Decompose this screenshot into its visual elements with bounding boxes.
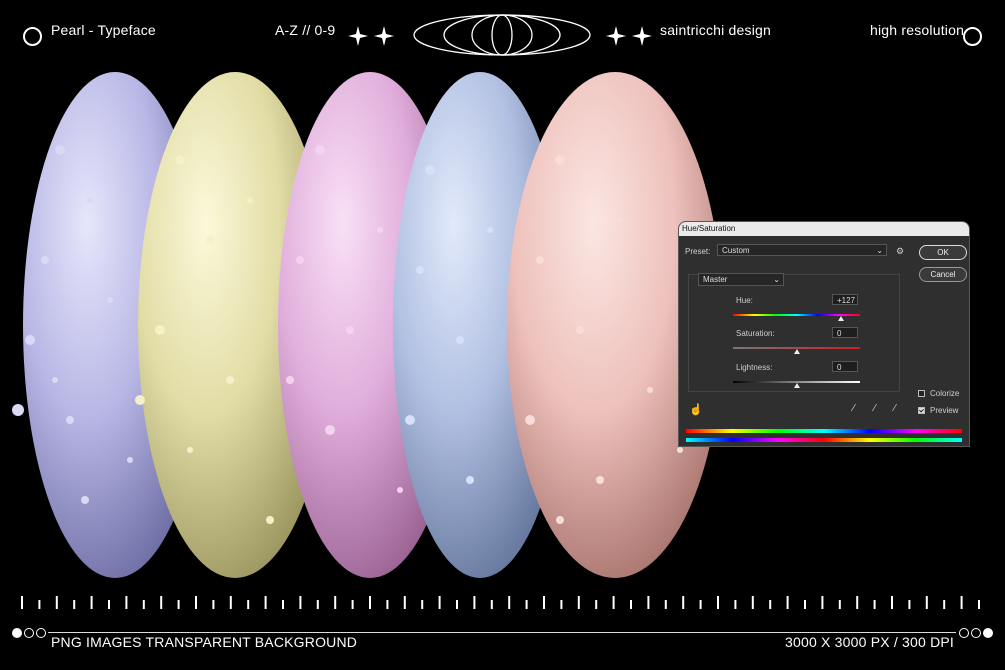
title-text: Pearl - Typeface bbox=[51, 22, 156, 38]
preset-label: Preset: bbox=[685, 247, 711, 256]
saturation-label: Saturation: bbox=[736, 329, 775, 338]
chevron-down-icon: ⌄ bbox=[773, 275, 780, 284]
left-circle-icon bbox=[23, 27, 42, 46]
saturation-slider-thumb[interactable] bbox=[793, 349, 800, 354]
preview-label: Preview bbox=[930, 406, 959, 415]
lightness-label: Lightness: bbox=[736, 363, 773, 372]
globe-logo-icon bbox=[413, 14, 591, 56]
ruler-ticks bbox=[21, 596, 980, 609]
eyedropper-plus-icon[interactable]: ⁄ bbox=[874, 403, 876, 414]
hue-label: Hue: bbox=[736, 296, 753, 305]
eyedropper-icon[interactable]: ⁄ bbox=[853, 403, 855, 414]
charset-text: A-Z // 0-9 bbox=[275, 22, 336, 38]
adjustment-panel: Master ⌄ Hue: +127 Saturation: 0 Lightne… bbox=[688, 273, 900, 392]
footer-left-text: PNG IMAGES TRANSPARENT BACKGROUND bbox=[51, 634, 358, 650]
ok-button[interactable]: OK bbox=[919, 245, 967, 260]
preset-dropdown[interactable]: Custom ⌄ bbox=[717, 244, 887, 256]
footer-divider bbox=[48, 632, 956, 633]
lightness-input[interactable]: 0 bbox=[832, 361, 858, 372]
colorize-label: Colorize bbox=[930, 389, 960, 398]
colorize-checkbox[interactable] bbox=[918, 390, 925, 397]
channel-dropdown[interactable]: Master ⌄ bbox=[698, 273, 784, 286]
footer-dot-left-1 bbox=[12, 628, 22, 638]
color-spectrum-bar-top bbox=[686, 429, 962, 433]
cancel-button[interactable]: Cancel bbox=[919, 267, 967, 282]
color-spectrum-bar-bottom bbox=[686, 438, 962, 442]
hue-input[interactable]: +127 bbox=[832, 294, 858, 305]
sparkle-icon-right bbox=[606, 26, 652, 46]
dialog-title: Hue/Saturation bbox=[679, 222, 969, 236]
preset-value: Custom bbox=[722, 246, 750, 255]
footer-dot-right-2 bbox=[971, 628, 981, 638]
footer-dot-right-1 bbox=[959, 628, 969, 638]
brand-text: saintricchi design bbox=[660, 22, 771, 38]
preview-checkbox[interactable] bbox=[918, 407, 925, 414]
footer-dot-left-3 bbox=[36, 628, 46, 638]
hue-saturation-dialog: Hue/Saturation Preset: Custom ⌄ ⚙ OK Can… bbox=[678, 221, 970, 447]
saturation-input[interactable]: 0 bbox=[832, 327, 858, 338]
right-circle-icon bbox=[963, 27, 982, 46]
sparkle-icon-left bbox=[348, 26, 394, 46]
gear-icon[interactable]: ⚙ bbox=[896, 246, 904, 257]
footer-dot-right-3 bbox=[983, 628, 993, 638]
eyedropper-minus-icon[interactable]: ⁄ bbox=[894, 403, 896, 414]
chevron-down-icon: ⌄ bbox=[876, 246, 883, 255]
hand-tool-icon[interactable]: ☝ bbox=[689, 403, 703, 416]
resolution-text: high resolution bbox=[870, 22, 965, 38]
hue-slider-thumb[interactable] bbox=[838, 316, 845, 321]
footer-dot-left-2 bbox=[24, 628, 34, 638]
lightness-slider-thumb[interactable] bbox=[793, 383, 800, 388]
footer-right-text: 3000 X 3000 PX / 300 DPI bbox=[785, 634, 955, 650]
channel-value: Master bbox=[703, 275, 728, 284]
